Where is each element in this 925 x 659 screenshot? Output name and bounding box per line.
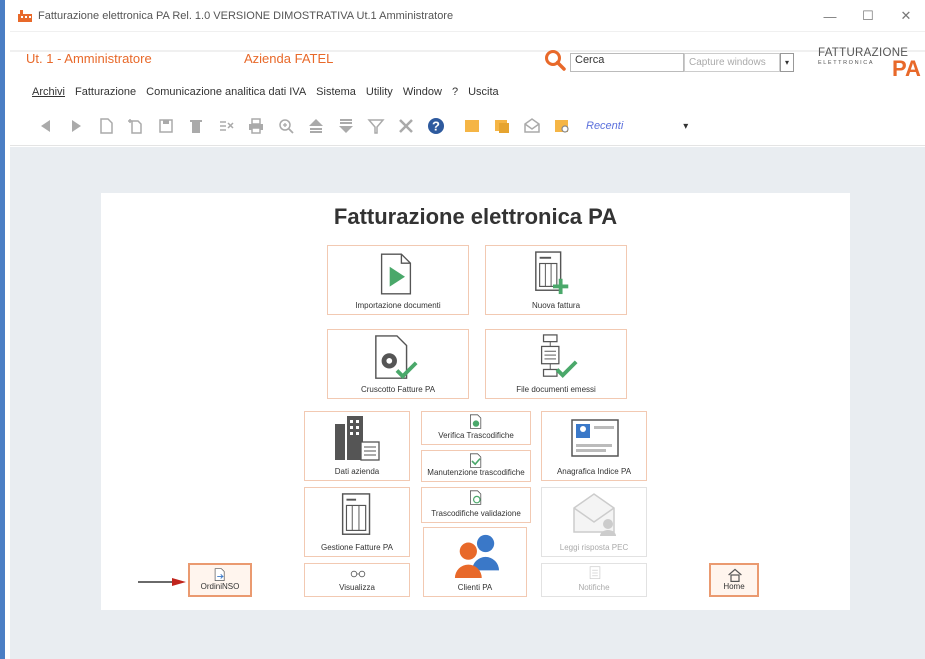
tile-label: Cruscotto Fatture PA [360, 385, 436, 394]
maximize-button[interactable]: ☐ [849, 0, 887, 32]
user-label: Ut. 1 - Amministratore [26, 51, 152, 66]
new-invoice-icon [535, 251, 569, 295]
tile-label: Home [723, 582, 745, 591]
menu-help[interactable]: ? [452, 86, 458, 98]
menu-window[interactable]: Window [403, 86, 442, 98]
pointer-arrow-icon [138, 578, 186, 586]
cruscotto-fatture-tile[interactable]: Cruscotto Fatture PA [327, 329, 469, 399]
window-title: Fatturazione elettronica PA Rel. 1.0 VER… [38, 9, 454, 22]
manutenzione-trascodifiche-tile[interactable]: Manutenzione trascodifiche [421, 450, 531, 482]
tile-label: Gestione Fatture PA [321, 543, 393, 552]
menu-uscita[interactable]: Uscita [468, 86, 499, 98]
home-tile[interactable]: Home [709, 563, 759, 597]
menu-utility[interactable]: Utility [366, 86, 393, 98]
verify-document-icon [470, 414, 482, 429]
export-icon[interactable] [216, 116, 236, 136]
importazione-documenti-tile[interactable]: Importazione documenti [327, 245, 469, 315]
clienti-pa-tile[interactable]: Clienti PA [423, 527, 527, 597]
menu-sistema[interactable]: Sistema [316, 86, 356, 98]
gestione-fatture-tile[interactable]: Gestione Fatture PA [304, 487, 410, 557]
trascodifiche-validazione-tile[interactable]: Trascodifiche validazione [421, 487, 531, 523]
tile-label: OrdiniNSO [200, 582, 240, 591]
notification-document-icon [589, 566, 601, 579]
app-header: Ut. 1 - Amministratore Azienda FATEL Cer… [10, 32, 925, 146]
sort-up-icon[interactable] [306, 116, 326, 136]
id-card-icon [571, 419, 619, 457]
tile-label: Notifiche [578, 583, 610, 592]
validation-document-icon [470, 490, 482, 505]
menu-archivi[interactable]: Archivi [32, 86, 65, 98]
search-input[interactable]: Cerca [570, 53, 684, 72]
capture-dropdown-button[interactable]: ▾ [780, 53, 794, 72]
tile-label: Verifica Trascodifiche [438, 431, 514, 440]
tile-label: Visualizza [339, 583, 375, 592]
nuova-fattura-tile[interactable]: Nuova fattura [485, 245, 627, 315]
tile-label: Anagrafica Indice PA [556, 467, 632, 476]
page-title: Fatturazione elettronica PA [333, 204, 618, 229]
home-icon [728, 568, 742, 582]
mail-icon[interactable] [522, 116, 542, 136]
tile-label: Importazione documenti [355, 301, 441, 310]
folder-icon[interactable] [462, 116, 482, 136]
brand-logo: FATTURAZIONE ELETTRONICA PA [818, 47, 921, 81]
search-icon[interactable] [544, 49, 566, 71]
minimize-button[interactable]: — [811, 0, 849, 32]
dashboard-panel: Fatturazione elettronica PA Importazione… [101, 193, 850, 610]
toolbar: ? Recenti ▾ [36, 112, 688, 140]
print-icon[interactable] [246, 116, 266, 136]
anagrafica-indice-pa-tile[interactable]: Anagrafica Indice PA [541, 411, 647, 481]
dati-azienda-tile[interactable]: Dati azienda [304, 411, 410, 481]
help-icon[interactable]: ? [426, 116, 446, 136]
leggi-risposta-pec-tile[interactable]: Leggi risposta PEC [541, 487, 647, 557]
svg-text:ELETTRONICA: ELETTRONICA [818, 60, 874, 66]
app-logo-icon [18, 9, 32, 22]
tile-label: File documenti emessi [516, 385, 596, 394]
close-button[interactable]: ✕ [887, 0, 925, 32]
building-icon [335, 416, 380, 461]
tile-label: Leggi risposta PEC [559, 543, 629, 552]
filter-icon[interactable] [366, 116, 386, 136]
tree-document-check-icon [540, 334, 578, 378]
folder-copy-icon[interactable] [492, 116, 512, 136]
visualizza-tile[interactable]: Visualizza [304, 563, 410, 597]
company-label: Azienda FATEL [244, 51, 334, 66]
menu-bar: Archivi Fatturazione Comunicazione anali… [32, 86, 509, 98]
svg-text:PA: PA [892, 56, 921, 81]
svg-text:?: ? [432, 119, 440, 134]
cancel-filter-icon[interactable] [396, 116, 416, 136]
order-document-icon [214, 568, 225, 581]
users-icon [454, 534, 499, 578]
tile-label: Dati azienda [334, 467, 380, 476]
folder-search-icon[interactable] [552, 116, 572, 136]
file-documenti-emessi-tile[interactable]: File documenti emessi [485, 329, 627, 399]
save-icon[interactable] [156, 116, 176, 136]
tile-label: Manutenzione trascodifiche [427, 468, 525, 477]
title-bar: Fatturazione elettronica PA Rel. 1.0 VER… [10, 0, 925, 32]
maintenance-document-icon [470, 453, 482, 468]
play-document-icon [380, 253, 412, 295]
capture-windows-field[interactable]: Capture windows [684, 53, 780, 72]
back-icon[interactable] [36, 116, 56, 136]
ordini-nso-tile[interactable]: OrdiniNSO [188, 563, 252, 597]
recenti-link[interactable]: Recenti [586, 120, 623, 132]
app-window: Fatturazione elettronica PA Rel. 1.0 VER… [0, 0, 925, 659]
menu-fatturazione[interactable]: Fatturazione [75, 86, 136, 98]
zoom-icon[interactable] [276, 116, 296, 136]
copy-document-icon[interactable] [126, 116, 146, 136]
mail-reply-icon [573, 493, 616, 536]
tile-label: Nuova fattura [531, 301, 581, 310]
verifica-trascodifiche-tile[interactable]: Verifica Trascodifiche [421, 411, 531, 445]
delete-icon[interactable] [186, 116, 206, 136]
recenti-dropdown[interactable]: ▾ [683, 121, 688, 132]
notifiche-tile[interactable]: Notifiche [541, 563, 647, 597]
tile-label: Trascodifiche validazione [431, 509, 521, 518]
menu-comunicazione[interactable]: Comunicazione analitica dati IVA [146, 86, 306, 98]
glasses-icon [350, 570, 366, 578]
new-document-icon[interactable] [96, 116, 116, 136]
gear-check-icon [375, 335, 418, 379]
invoice-table-icon [341, 493, 371, 535]
tile-label: Clienti PA [457, 583, 493, 592]
forward-icon[interactable] [66, 116, 86, 136]
sort-down-icon[interactable] [336, 116, 356, 136]
